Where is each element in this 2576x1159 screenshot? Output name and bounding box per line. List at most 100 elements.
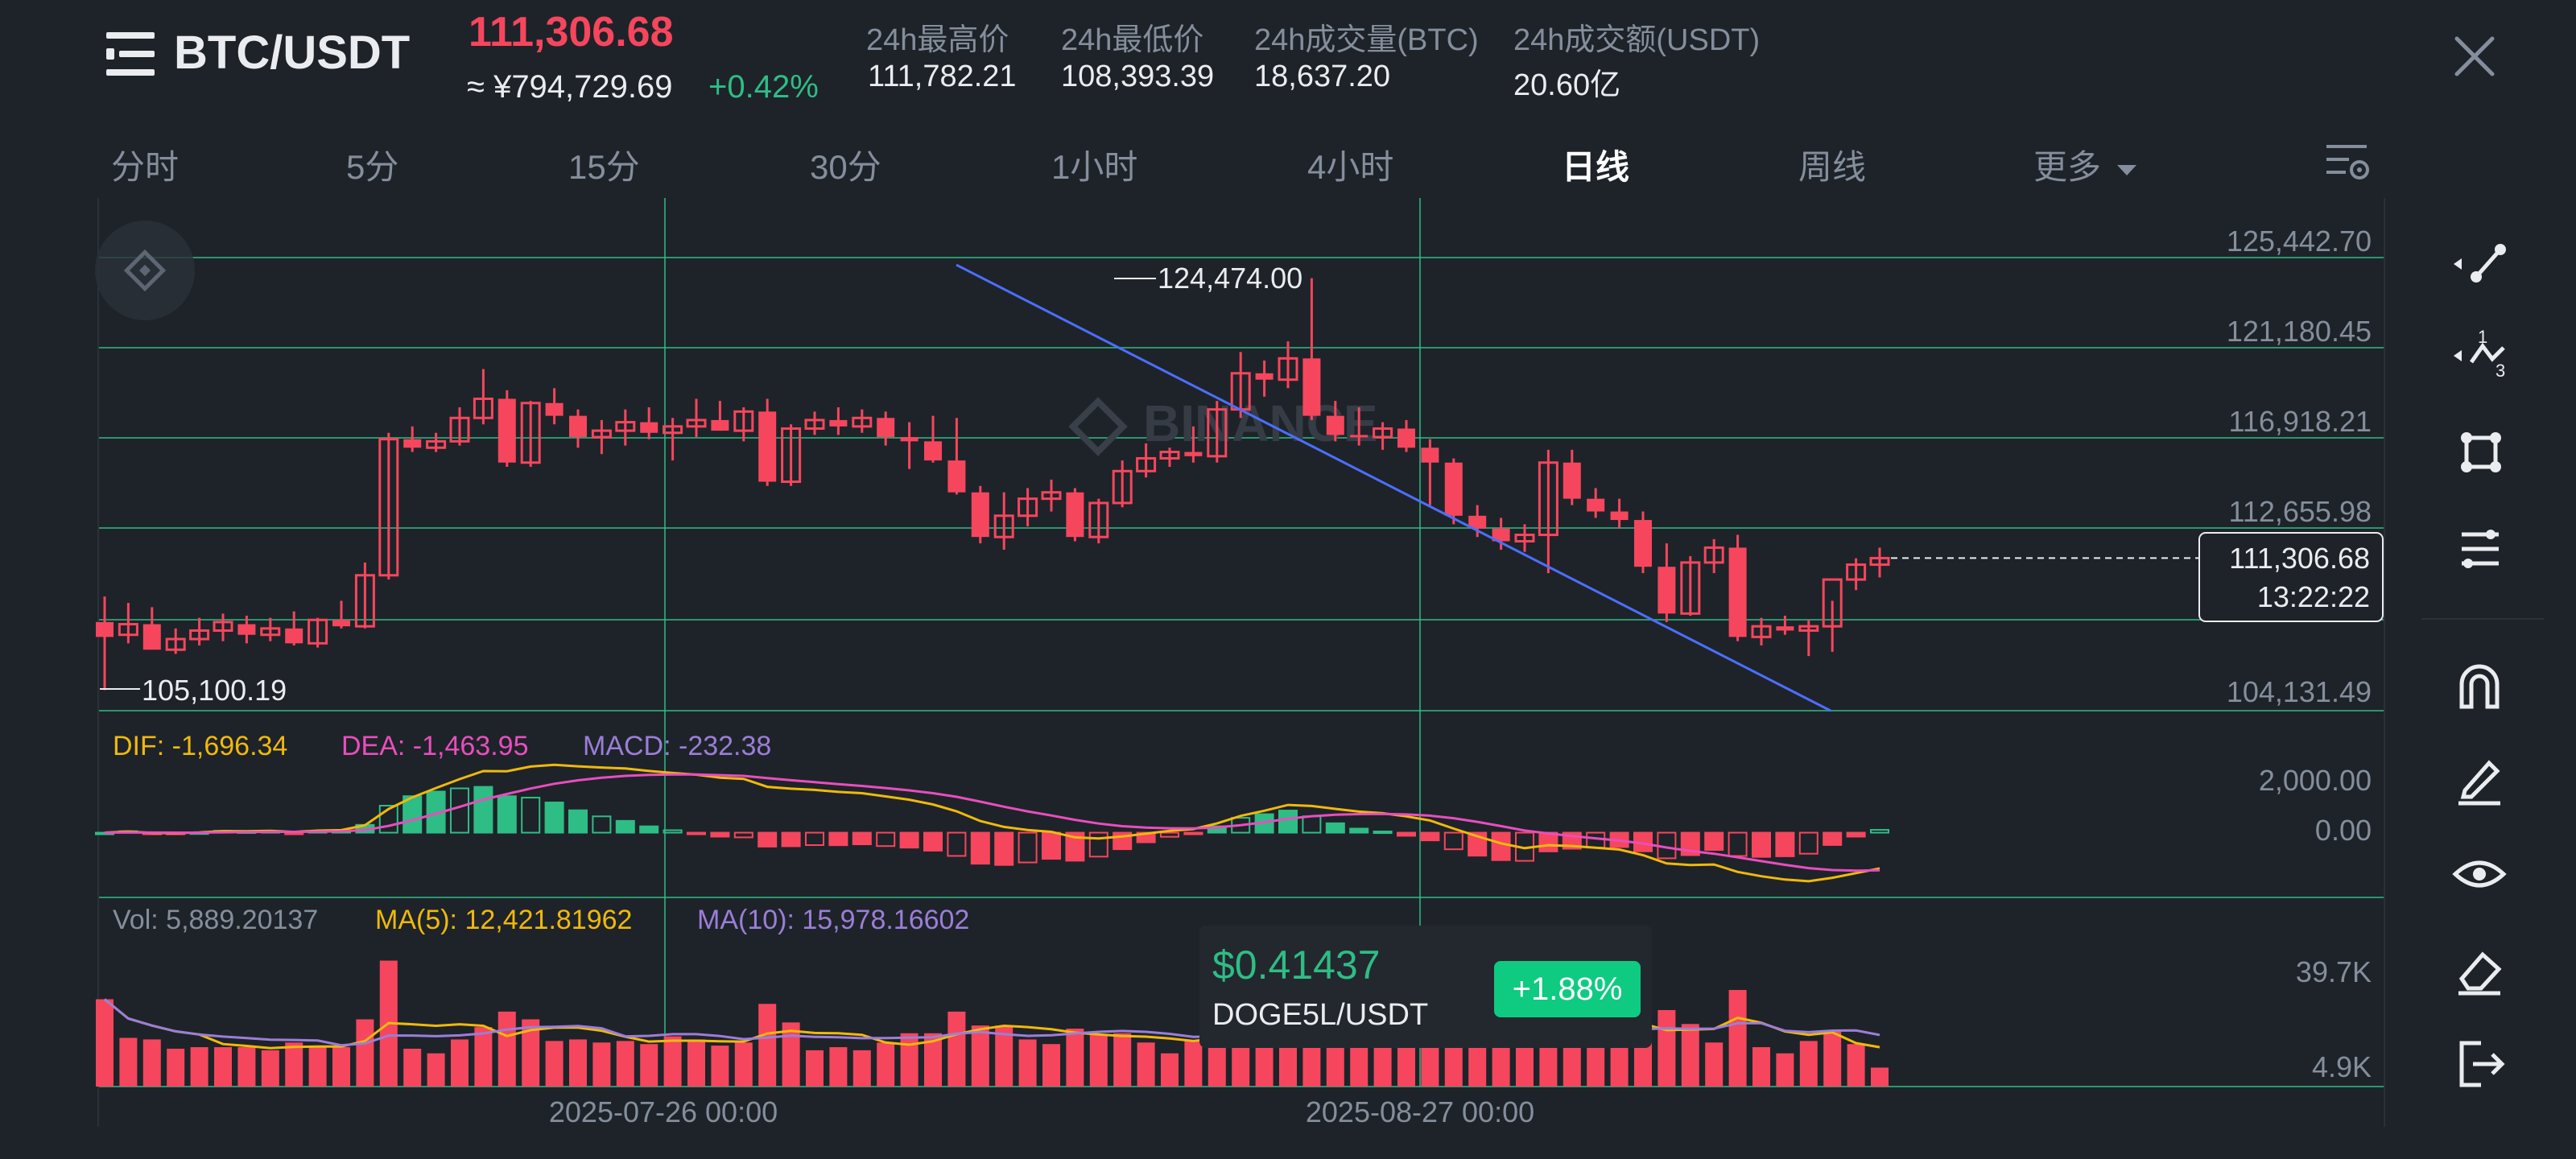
volume-bar bbox=[119, 1037, 138, 1087]
binance-logo-icon bbox=[1068, 397, 1128, 456]
macd-bar bbox=[473, 786, 493, 834]
y-axis-label: 125,442.70 bbox=[2227, 225, 2372, 258]
volume-bar bbox=[616, 1041, 634, 1087]
draw-pen-tool[interactable] bbox=[2447, 747, 2512, 811]
candle-body bbox=[758, 411, 777, 482]
macd-bar bbox=[615, 819, 635, 834]
high-marker-value: 124,474.00 bbox=[1158, 262, 1302, 295]
macd-bar bbox=[1586, 831, 1606, 849]
magnet-icon bbox=[2459, 664, 2500, 709]
volume-ma5-label: MA(5): 12,421.81962 bbox=[375, 905, 632, 935]
candle-body bbox=[497, 398, 516, 463]
volume-bar bbox=[356, 1019, 374, 1087]
macd-bar bbox=[710, 831, 730, 838]
eraser-icon bbox=[2458, 951, 2502, 996]
visibility-toggle[interactable] bbox=[2447, 842, 2512, 906]
macd-bar bbox=[663, 829, 683, 834]
candle-body bbox=[237, 624, 256, 635]
volume-bar bbox=[1042, 1044, 1060, 1087]
magnet-tool[interactable] bbox=[2447, 654, 2512, 718]
macd-value-label: MACD: -232.38 bbox=[583, 731, 771, 761]
volume-bar bbox=[1728, 990, 1747, 1087]
candle-body bbox=[332, 620, 350, 627]
exit-icon bbox=[2459, 1041, 2505, 1087]
macd-bar bbox=[639, 825, 659, 834]
candle-body bbox=[1255, 373, 1274, 380]
draw-pen-icon bbox=[2458, 760, 2500, 806]
candle-body bbox=[285, 628, 303, 644]
x-axis-label: 2025-07-26 00:00 bbox=[549, 1095, 778, 1128]
macd-bar bbox=[1325, 822, 1345, 834]
ticker-pair: DOGE5L/USDT bbox=[1212, 998, 1429, 1032]
volume-bar bbox=[237, 1047, 256, 1087]
volume-bar bbox=[497, 1011, 516, 1087]
volume-bar bbox=[96, 999, 114, 1087]
candle-body bbox=[1397, 428, 1415, 448]
candle-body bbox=[640, 422, 658, 433]
candle-body bbox=[829, 419, 848, 427]
macd-bar bbox=[876, 831, 896, 848]
macd-bar bbox=[544, 802, 564, 834]
candle-body bbox=[971, 492, 989, 538]
volume-bar bbox=[332, 1047, 350, 1087]
macd-bar bbox=[450, 787, 469, 834]
svg-text:1: 1 bbox=[2478, 327, 2487, 347]
low-marker: 105,100.19 bbox=[100, 674, 287, 707]
macd-bar bbox=[497, 795, 517, 834]
eraser-tool[interactable] bbox=[2447, 937, 2512, 1001]
macd-bar bbox=[1728, 831, 1748, 857]
fib-tool[interactable]: 1 3 bbox=[2447, 324, 2512, 388]
volume-label: Vol: 5,889.20137 bbox=[113, 905, 318, 935]
candle-body bbox=[711, 419, 729, 431]
macd-bar bbox=[1160, 831, 1179, 838]
chart-collapse-button[interactable] bbox=[95, 221, 195, 320]
svg-text:3: 3 bbox=[2496, 361, 2505, 381]
volume-bar bbox=[1776, 1053, 1794, 1087]
ticker-price: $0.41437 bbox=[1212, 942, 1381, 988]
macd-bar bbox=[805, 831, 824, 846]
volume-axis-label: 4.9K bbox=[2312, 1050, 2372, 1083]
volume-bar bbox=[1657, 1009, 1676, 1087]
macd-bar bbox=[781, 831, 801, 848]
volume-axis-label: 39.7K bbox=[2296, 955, 2372, 988]
volume-bar bbox=[214, 1047, 232, 1087]
macd-bar bbox=[1823, 831, 1843, 846]
shape-tool-icon bbox=[2461, 432, 2501, 472]
exit-tool[interactable] bbox=[2447, 1032, 2512, 1096]
candle-body bbox=[1184, 452, 1203, 456]
y-axis-label: 116,918.21 bbox=[2228, 405, 2372, 438]
macd-bar bbox=[1018, 831, 1038, 864]
macd-bar bbox=[521, 796, 541, 834]
volume-bar bbox=[1492, 1044, 1510, 1087]
indicator-tool[interactable] bbox=[2447, 517, 2512, 581]
shape-tool[interactable] bbox=[2447, 422, 2512, 486]
volume-bar bbox=[1066, 1029, 1084, 1087]
line-tool[interactable] bbox=[2447, 232, 2512, 296]
candle-body bbox=[924, 441, 942, 461]
macd-bar bbox=[1775, 831, 1795, 857]
volume-bar bbox=[1587, 1046, 1605, 1087]
macd-bar bbox=[1302, 815, 1322, 834]
volume-bar bbox=[1018, 1039, 1037, 1087]
volume-bar bbox=[1184, 1041, 1203, 1087]
volume-bar bbox=[545, 1041, 564, 1087]
macd-axis-label: 0.00 bbox=[2315, 814, 2372, 847]
volume-bar bbox=[142, 1039, 161, 1087]
macd-bar bbox=[1088, 831, 1108, 858]
macd-bar bbox=[1798, 831, 1818, 855]
volume-bar bbox=[427, 1053, 445, 1087]
candle-body bbox=[569, 415, 587, 438]
volume-bar bbox=[1705, 1042, 1724, 1087]
volume-bar bbox=[1823, 1029, 1842, 1087]
macd-bar bbox=[923, 831, 943, 852]
low-marker-value: 105,100.19 bbox=[142, 674, 287, 707]
volume-bar bbox=[403, 1048, 422, 1087]
macd-bar bbox=[1538, 831, 1558, 852]
candle-countdown: 13:22:22 bbox=[2257, 580, 2370, 613]
volume-bar bbox=[711, 1046, 729, 1087]
volume-bar bbox=[569, 1039, 587, 1087]
candle-body bbox=[1634, 520, 1652, 567]
candle-body bbox=[142, 624, 161, 650]
macd-bar bbox=[1420, 831, 1440, 842]
volume-bar bbox=[829, 1047, 848, 1087]
